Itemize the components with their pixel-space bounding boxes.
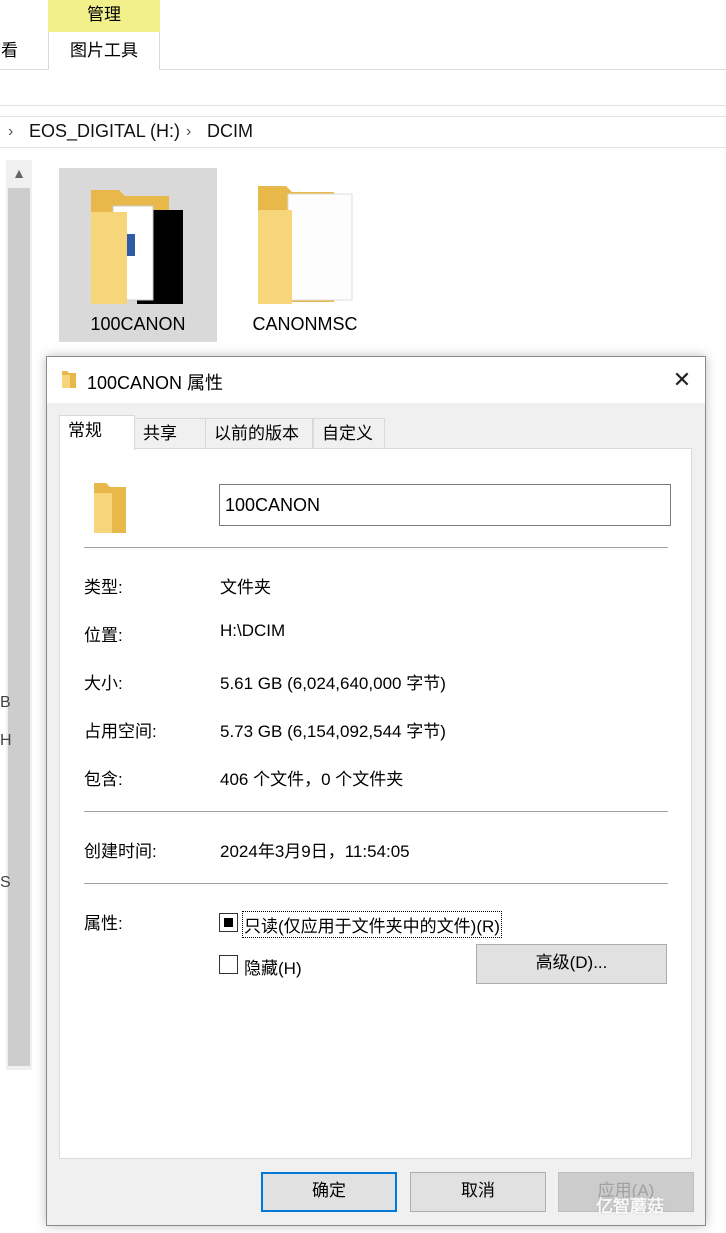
type-value: 文件夹 xyxy=(220,578,271,597)
chevron-right-icon[interactable]: › xyxy=(186,123,191,141)
watermark-logo: 亿智蘑菇 xyxy=(596,1197,664,1216)
location-label: 位置: xyxy=(84,626,123,645)
ribbon-body xyxy=(0,70,726,106)
readonly-label[interactable]: 只读(仅应用于文件夹中的文件)(R) xyxy=(242,911,502,938)
hidden-label[interactable]: 隐藏(H) xyxy=(244,954,302,979)
folder-label: 100CANON xyxy=(90,314,186,334)
folder-label: CANONMSC xyxy=(252,314,358,334)
nav-edge-text: B xyxy=(0,694,11,711)
size-value: 5.61 GB (6,024,640,000 字节) xyxy=(220,674,446,693)
type-label: 类型: xyxy=(84,578,123,597)
ribbon-tab-view[interactable]: 查看 xyxy=(0,36,18,66)
created-value: 2024年3月9日，11:54:05 xyxy=(220,842,410,861)
breadcrumb-folder[interactable]: DCIM xyxy=(207,121,253,142)
created-label: 创建时间: xyxy=(84,842,157,861)
close-icon[interactable]: ✕ xyxy=(667,365,697,395)
scroll-thumb[interactable] xyxy=(8,188,30,1066)
separator xyxy=(84,883,668,884)
tab-general[interactable]: 常规 xyxy=(59,415,135,450)
hidden-checkbox[interactable] xyxy=(219,955,238,974)
folder-item-canonmsc[interactable]: CANONMSC xyxy=(226,168,384,342)
properties-dialog: 100CANON 属性 ✕ 常规 共享 以前的版本 自定义 类型: 文件夹 位置… xyxy=(46,356,706,1226)
advanced-button[interactable]: 高级(D)... xyxy=(476,944,667,984)
folder-name-input[interactable] xyxy=(219,484,671,526)
folder-icon xyxy=(62,371,76,388)
nav-edge-text: S xyxy=(0,874,11,891)
tab-sharing[interactable]: 共享 xyxy=(134,418,206,448)
chevron-right-icon[interactable]: › xyxy=(8,123,13,141)
contains-label: 包含: xyxy=(84,770,123,789)
tab-previous-versions[interactable]: 以前的版本 xyxy=(205,418,313,448)
ribbon-tab-manage-header: 管理 xyxy=(48,0,160,32)
dialog-title: 100CANON 属性 xyxy=(87,373,224,393)
location-value: H:\DCIM xyxy=(220,621,286,640)
separator xyxy=(84,547,668,548)
ribbon-tab-picture-tools[interactable]: 图片工具 xyxy=(48,32,160,70)
attributes-label: 属性: xyxy=(84,914,123,933)
separator xyxy=(84,811,668,812)
ok-button[interactable]: 确定 xyxy=(261,1172,397,1212)
cancel-button[interactable]: 取消 xyxy=(410,1172,546,1212)
nav-edge-text: H xyxy=(0,732,12,749)
tab-customize[interactable]: 自定义 xyxy=(313,418,385,448)
folder-with-file-icon xyxy=(258,186,353,304)
breadcrumb-drive[interactable]: EOS_DIGITAL (H:) xyxy=(29,121,180,142)
readonly-checkbox[interactable] xyxy=(219,913,238,932)
size-on-disk-value: 5.73 GB (6,154,092,544 字节) xyxy=(220,722,446,741)
general-panel: 类型: 文件夹 位置: H:\DCIM 大小: 5.61 GB (6,024,6… xyxy=(59,448,692,1159)
size-label: 大小: xyxy=(84,674,123,693)
size-on-disk-label: 占用空间: xyxy=(84,722,157,741)
scroll-up-arrow-icon[interactable]: ▲ xyxy=(6,160,32,186)
dialog-titlebar[interactable]: 100CANON 属性 ✕ xyxy=(47,357,705,403)
folder-item-100canon[interactable]: 100CANON xyxy=(59,168,217,342)
folder-with-files-icon xyxy=(91,190,183,304)
address-bar[interactable]: › EOS_DIGITAL (H:) › DCIM xyxy=(0,116,726,148)
folder-icon xyxy=(94,483,126,533)
contains-value: 406 个文件，0 个文件夹 xyxy=(220,770,404,789)
